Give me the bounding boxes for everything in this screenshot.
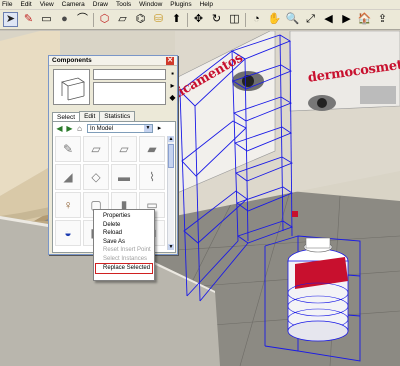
select-arrow-icon[interactable]: ➤ (3, 12, 18, 27)
rectangle-icon[interactable]: ▭ (39, 12, 54, 27)
component-paper-2[interactable]: ▱ (111, 136, 137, 162)
zoom-extents-icon[interactable]: ⤢ (303, 12, 318, 27)
context-item-save-as[interactable]: Save As (94, 238, 154, 247)
details-arrow-icon[interactable]: ▸ (168, 81, 177, 90)
menu-camera[interactable]: Camera (62, 1, 85, 8)
tab-statistics[interactable]: Statistics (99, 111, 136, 121)
menu-draw[interactable]: Draw (93, 1, 108, 8)
details-menu-icon[interactable]: ▸ (155, 124, 164, 133)
back-arrow-icon[interactable]: ◀ (55, 124, 64, 133)
toolbar-separator (245, 12, 246, 27)
get-models-icon[interactable]: 🏠 (357, 12, 372, 27)
menu-view[interactable]: View (40, 1, 54, 8)
tab-edit[interactable]: Edit (79, 111, 101, 121)
menu-help[interactable]: Help (200, 1, 213, 8)
orbit-icon[interactable]: ◔ (249, 12, 264, 27)
share-model-icon[interactable]: ⇪ (375, 12, 390, 27)
component-fish[interactable]: ◢ (55, 164, 81, 190)
location-select[interactable]: In Model ▼ (87, 124, 153, 133)
display-secondary-pane-icon[interactable]: ▪ (168, 69, 177, 78)
toolbar: ➤ ✎ ▭ ● ⌒ ⬡ ▱ ⌬ ⛁ ⬆ ✥ ↻ ◫ ◔ ✋ 🔍 ⤢ ◀ ▶ 🏠 ⇪ (0, 10, 400, 30)
context-item-reset-insert-point: Reset Insert Point (103, 247, 151, 253)
context-item-replace-selected[interactable]: Replace Selected (95, 263, 153, 274)
previous-view-icon[interactable]: ◀ (321, 12, 336, 27)
next-view-icon[interactable]: ▶ (339, 12, 354, 27)
component-person[interactable]: ♀ (55, 192, 81, 218)
in-model-house-icon[interactable]: ⌂ (75, 124, 84, 133)
components-color-icon[interactable]: ◆ (168, 93, 177, 102)
forward-arrow-icon[interactable]: ▶ (65, 124, 74, 133)
chevron-down-icon[interactable]: ▼ (144, 125, 152, 132)
menu-tools[interactable]: Tools (116, 1, 131, 8)
eraser-icon[interactable]: ▱ (115, 12, 130, 27)
circle-icon[interactable]: ● (57, 12, 72, 27)
component-paper[interactable]: ▱ (83, 136, 109, 162)
components-nav-row: ◀ ▶ ⌂ In Model ▼ ▸ (55, 124, 164, 133)
component-book[interactable]: ▰ (139, 136, 165, 162)
toolbar-separator (93, 12, 94, 27)
menu-edit[interactable]: Edit (20, 1, 31, 8)
components-side-buttons: ▪ ▸ ◆ (168, 69, 177, 102)
zoom-icon[interactable]: 🔍 (285, 12, 300, 27)
location-select-value: In Model (90, 126, 114, 132)
components-title-bar[interactable]: Components ✕ (49, 56, 177, 66)
components-tabs: Select Edit Statistics (52, 111, 136, 122)
arc-icon[interactable]: ⌒ (75, 12, 90, 27)
component-box[interactable]: ◇ (83, 164, 109, 190)
component-car[interactable]: ◒ (55, 220, 81, 246)
menu-window[interactable]: Window (139, 1, 162, 8)
pencil-icon[interactable]: ✎ (21, 12, 36, 27)
component-name-field[interactable] (93, 69, 166, 80)
toolbar-separator (187, 12, 188, 27)
context-item-reload[interactable]: Reload (94, 229, 154, 238)
menu-file[interactable]: File (2, 1, 12, 8)
menu-bar: File Edit View Camera Draw Tools Window Plugins… (0, 0, 400, 10)
component-pencil[interactable]: ✎ (55, 136, 81, 162)
component-rack[interactable]: ▬ (111, 164, 137, 190)
paint-bucket-icon[interactable]: ⛁ (151, 12, 166, 27)
make-component-icon[interactable]: ⬡ (97, 12, 112, 27)
round-display (287, 237, 349, 342)
context-item-delete[interactable]: Delete (94, 221, 154, 230)
context-item-properties[interactable]: Properties (94, 212, 154, 221)
component-description-field[interactable] (93, 82, 166, 105)
scroll-down-icon[interactable]: ▼ (168, 244, 174, 250)
push-pull-icon[interactable]: ⬆ (169, 12, 184, 27)
context-item-select-instances: Select Instances (103, 255, 148, 262)
offset-icon[interactable]: ◫ (227, 12, 242, 27)
tape-measure-icon[interactable]: ⌬ (133, 12, 148, 27)
close-icon[interactable]: ✕ (166, 56, 174, 65)
rotate-icon[interactable]: ↻ (209, 12, 224, 27)
components-scrollbar[interactable]: ▲ ▼ (167, 136, 174, 250)
component-preview (53, 69, 90, 105)
menu-plugins[interactable]: Plugins (170, 1, 191, 8)
pan-icon[interactable]: ✋ (267, 12, 282, 27)
components-title: Components (52, 57, 92, 64)
scroll-up-icon[interactable]: ▲ (168, 136, 174, 142)
move-icon[interactable]: ✥ (191, 12, 206, 27)
context-menu: Properties Delete Reload Save As Reset Inser… (93, 209, 155, 281)
component-bottle[interactable]: ⌇ (139, 164, 165, 190)
scroll-thumb[interactable] (168, 144, 174, 168)
